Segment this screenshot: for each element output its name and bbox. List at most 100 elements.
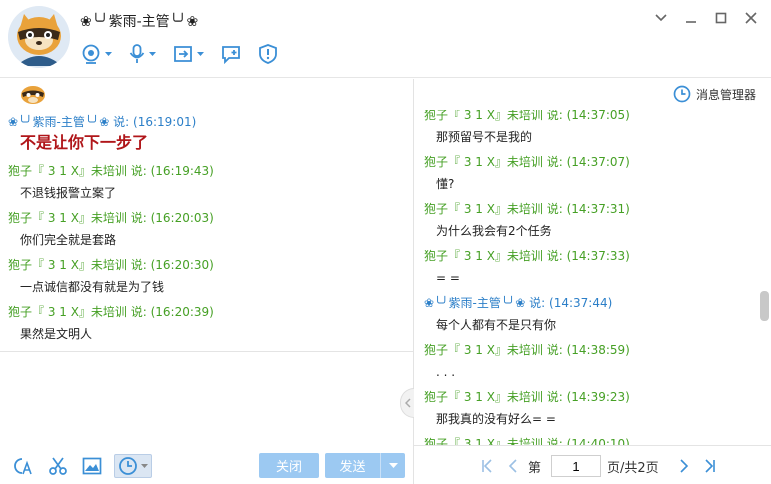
message-header: ❀╰╯紫雨-主管╰╯❀ 说: (14:37:44) [424, 296, 613, 310]
window-menu-button[interactable] [651, 8, 671, 28]
message-text: 为什么我会有2个任务 [436, 224, 552, 238]
message: 狍子『 3 1 X』未培训 说: (16:19:43) 不退钱报警立案了 [0, 162, 413, 209]
history-button[interactable] [114, 454, 152, 478]
message-header: 狍子『 3 1 X』未培训 说: (16:19:43) [8, 164, 214, 178]
message-header: 狍子『 3 1 X』未培训 说: (16:20:03) [8, 211, 214, 225]
font-button[interactable] [12, 454, 36, 478]
message-text: 一点诚信都没有就是为了钱 [20, 280, 165, 294]
image-icon [82, 457, 102, 475]
message: 狍子『 3 1 X』未培训 说: (16:20:30) 一点诚信都没有就是为了钱 [0, 256, 413, 303]
last-page-button[interactable] [699, 455, 721, 477]
chevron-down-icon [149, 51, 156, 56]
chevron-down-icon [141, 463, 148, 468]
avatar[interactable] [8, 6, 70, 68]
message-text: . . . [436, 365, 456, 379]
next-page-button[interactable] [673, 455, 695, 477]
chevron-down-icon [105, 51, 112, 56]
minimize-icon [686, 21, 696, 23]
history-message: 狍子『 3 1 X』未培训 说: (14:39:23) 那我真的没有好么= = [414, 388, 756, 435]
message-manager-label: 消息管理器 [695, 87, 756, 102]
history-message: 狍子『 3 1 X』未培训 说: (14:37:31) 为什么我会有2个任务 [414, 200, 756, 247]
history-message: ❀╰╯紫雨-主管╰╯❀ 说: (14:37:44) 每个人都有不是只有你 [414, 294, 756, 341]
send-file-button[interactable] [170, 40, 206, 68]
create-group-button[interactable] [218, 40, 244, 68]
close-window-button[interactable] [741, 8, 761, 28]
first-page-button[interactable] [476, 455, 498, 477]
input-toolbar [12, 454, 162, 478]
message-text: = = [436, 271, 460, 285]
message-header: ❀╰╯紫雨-主管╰╯❀ 说: (16:19:01) [8, 115, 197, 129]
message-header: 狍子『 3 1 X』未培训 说: (14:37:31) [424, 202, 630, 216]
history-scrollbar[interactable] [758, 109, 770, 447]
message-header: 狍子『 3 1 X』未培训 说: (14:38:59) [424, 343, 630, 357]
send-button-label: 发送 [339, 460, 366, 475]
message: 狍子『 3 1 X』未培训 说: (16:20:03) 你们完全就是套路 [0, 209, 413, 256]
close-icon [745, 12, 757, 24]
title-bar: ❀╰╯紫雨-主管╰╯❀ [0, 0, 771, 78]
message-text: 那预留号不是我的 [436, 130, 533, 144]
last-page-icon [705, 459, 715, 473]
create-group-icon [222, 46, 240, 65]
chevron-left-icon [508, 459, 517, 473]
video-call-button[interactable] [78, 40, 114, 68]
message-header: 狍子『 3 1 X』未培训 说: (14:37:05) [424, 110, 630, 122]
message-header: 狍子『 3 1 X』未培训 说: (16:20:30) [8, 258, 214, 272]
chevron-down-icon [388, 462, 398, 468]
mascot-icon[interactable] [20, 83, 46, 105]
scissors-icon [49, 457, 67, 475]
message-list[interactable]: ❀╰╯紫雨-主管╰╯❀ 说: (16:19:01) 不是让你下一步了 狍子『 3… [0, 113, 413, 351]
send-options-button[interactable] [380, 453, 405, 478]
history-message: 狍子『 3 1 X』未培训 说: (14:37:05) 那预留号不是我的 [414, 110, 756, 153]
maximize-icon [715, 12, 727, 24]
voice-call-button[interactable] [126, 40, 158, 68]
toolbar [78, 40, 292, 68]
message-header: 狍子『 3 1 X』未培训 说: (14:37:33) [424, 249, 630, 263]
window-controls [641, 8, 761, 28]
maximize-button[interactable] [711, 8, 731, 28]
message-input[interactable] [0, 352, 413, 444]
history-panel: 消息管理器 狍子『 3 1 X』未培训 说: (14:37:05) 那预留号不是… [414, 79, 771, 484]
chevron-down-icon [197, 51, 204, 56]
prev-page-button[interactable] [502, 455, 524, 477]
send-image-button[interactable] [80, 454, 104, 478]
send-file-icon [174, 46, 192, 62]
message: ❀╰╯紫雨-主管╰╯❀ 说: (16:19:01) 不是让你下一步了 [0, 113, 413, 162]
history-icon [119, 457, 137, 475]
pager-suffix: 页/共2页 [607, 460, 659, 476]
first-page-icon [482, 459, 492, 473]
video-call-icon [82, 44, 100, 64]
history-message: 狍子『 3 1 X』未培训 说: (14:38:59) . . . [414, 341, 756, 388]
chevron-left-icon [404, 398, 411, 408]
security-icon [259, 44, 277, 64]
security-button[interactable] [256, 40, 280, 68]
minimize-button[interactable] [681, 8, 701, 28]
send-button[interactable]: 发送 [325, 453, 405, 478]
message-text: 果然是文明人 [20, 327, 93, 341]
message-text: 不是让你下一步了 [20, 133, 149, 152]
message-text: 不退钱报警立案了 [20, 186, 117, 200]
font-icon [14, 458, 32, 475]
clock-icon [673, 85, 691, 103]
message-text: 你们完全就是套路 [20, 233, 117, 247]
message-header: 狍子『 3 1 X』未培训 说: (14:37:07) [424, 155, 630, 169]
scrollbar-thumb[interactable] [760, 291, 769, 321]
message-text: 懂? [436, 177, 455, 191]
history-list[interactable]: 狍子『 3 1 X』未培训 说: (14:37:05) 那预留号不是我的 狍子『… [414, 110, 756, 446]
history-message: 狍子『 3 1 X』未培训 说: (14:37:07) 懂? [414, 153, 756, 200]
close-button[interactable]: 关闭 [259, 453, 319, 478]
pager-divider [414, 445, 771, 446]
page-number-input[interactable] [551, 455, 602, 477]
chevron-right-icon [680, 459, 688, 473]
message-manager-button[interactable]: 消息管理器 [673, 85, 756, 103]
message-text: 每个人都有不是只有你 [436, 318, 557, 332]
screenshot-button[interactable] [46, 454, 70, 478]
history-message: 狍子『 3 1 X』未培训 说: (14:37:33) = = [414, 247, 756, 294]
voice-call-icon [129, 44, 145, 63]
message-text: 那我真的没有好么= = [436, 412, 556, 426]
message: 狍子『 3 1 X』未培训 说: (16:20:39) 果然是文明人 [0, 303, 413, 350]
message-header: 狍子『 3 1 X』未培训 说: (16:20:39) [8, 305, 214, 319]
message-header: 狍子『 3 1 X』未培训 说: (14:39:23) [424, 390, 630, 404]
pager-prefix: 第 [528, 460, 542, 476]
chevron-down-icon [655, 14, 667, 22]
pager: 第 页/共2页 [476, 454, 725, 478]
